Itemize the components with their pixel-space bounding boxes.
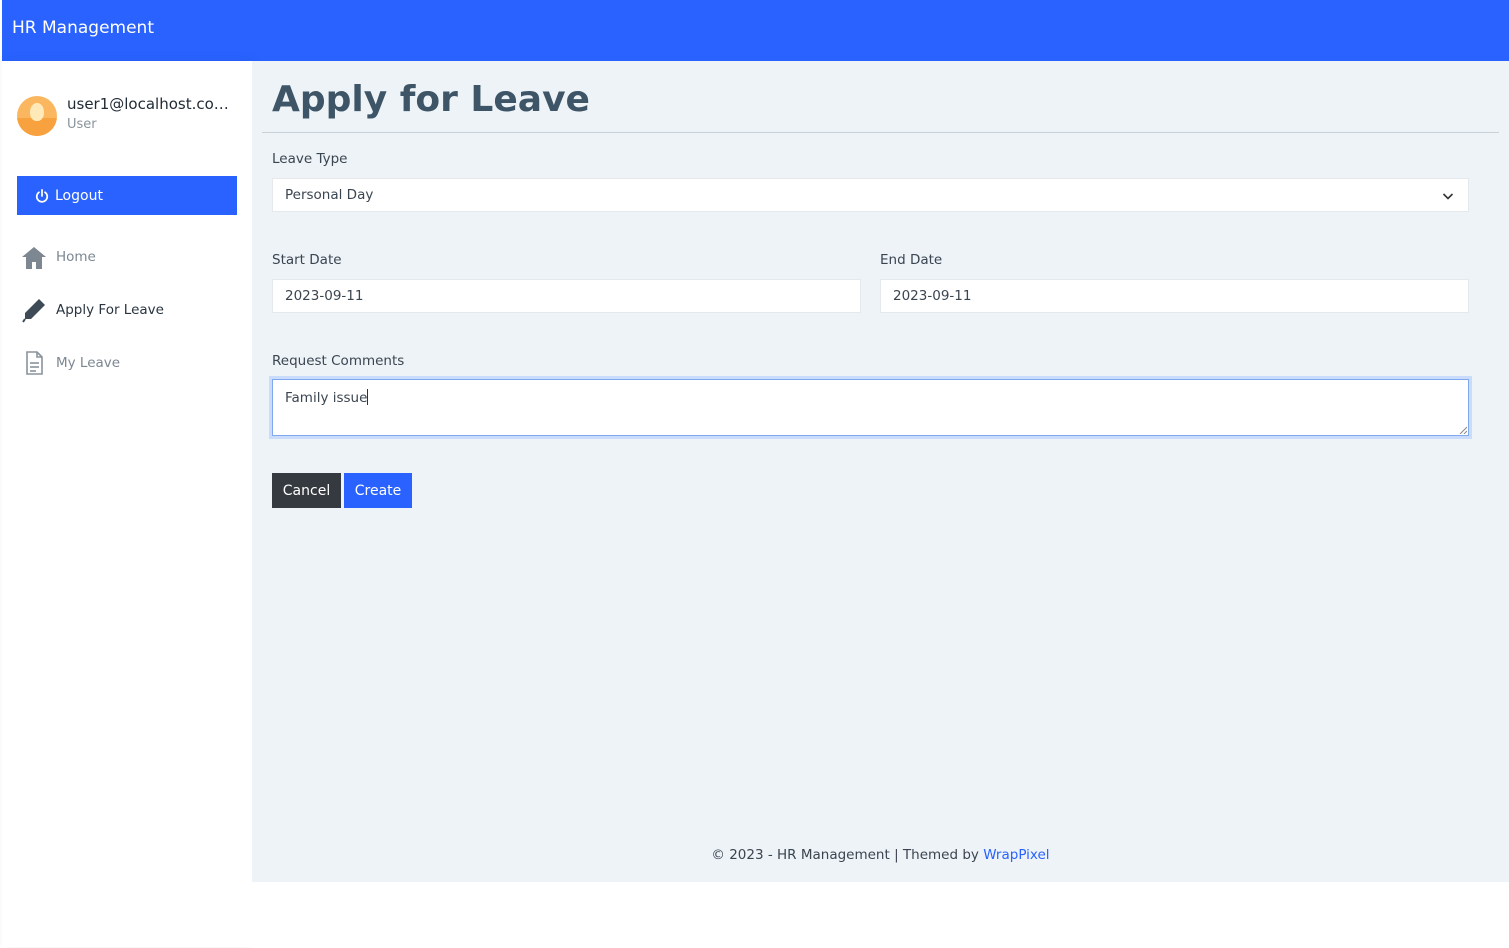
footer: © 2023 - HR Management | Themed by WrapP… [252, 847, 1509, 863]
chevron-down-icon [1442, 193, 1454, 200]
user-email: user1@localhost.com... [67, 95, 239, 113]
sidebar-item-home[interactable]: Home [20, 243, 96, 271]
text-caret [367, 389, 369, 405]
end-date-value: 2023-09-11 [893, 288, 972, 304]
comments-textarea[interactable]: Family issue [272, 379, 1469, 436]
logout-button[interactable]: Logout [17, 176, 237, 215]
title-divider [262, 132, 1499, 133]
sidebar-item-my-leave[interactable]: My Leave [20, 349, 120, 377]
sidebar-item-label: Home [56, 249, 96, 265]
footer-text: © 2023 - HR Management | Themed by [711, 847, 984, 863]
footer-link[interactable]: WrapPixel [983, 847, 1049, 863]
main-content: Apply for Leave Leave Type Personal Day … [252, 61, 1509, 882]
page-title: Apply for Leave [272, 79, 590, 120]
page-bottom [252, 882, 1509, 948]
comments-value: Family issue [285, 390, 368, 406]
comments-label: Request Comments [272, 353, 405, 369]
top-navbar: HR Management [2, 0, 1509, 61]
sidebar-item-label: Apply For Leave [56, 302, 164, 318]
leave-type-select[interactable]: Personal Day [272, 178, 1469, 212]
end-date-label: End Date [880, 252, 943, 268]
leave-type-label: Leave Type [272, 151, 348, 167]
sidebar-item-apply-for-leave[interactable]: Apply For Leave [20, 296, 164, 324]
resize-handle-icon[interactable] [1459, 426, 1467, 434]
leave-type-value: Personal Day [285, 187, 374, 203]
brand-title[interactable]: HR Management [12, 18, 154, 38]
home-icon [22, 247, 46, 269]
sidebar: user1@localhost.com... User Logout Home … [2, 61, 252, 947]
pencil-icon [22, 299, 45, 323]
logout-label: Logout [55, 187, 103, 204]
document-icon [26, 351, 43, 375]
start-date-input[interactable]: 2023-09-11 [272, 279, 861, 313]
sidebar-item-label: My Leave [56, 355, 121, 371]
start-date-value: 2023-09-11 [285, 288, 364, 304]
create-button[interactable]: Create [344, 473, 412, 508]
end-date-input[interactable]: 2023-09-11 [880, 279, 1469, 313]
avatar [17, 96, 57, 136]
cancel-button[interactable]: Cancel [272, 473, 341, 508]
user-role: User [67, 117, 97, 132]
power-icon [35, 188, 49, 203]
start-date-label: Start Date [272, 252, 342, 268]
